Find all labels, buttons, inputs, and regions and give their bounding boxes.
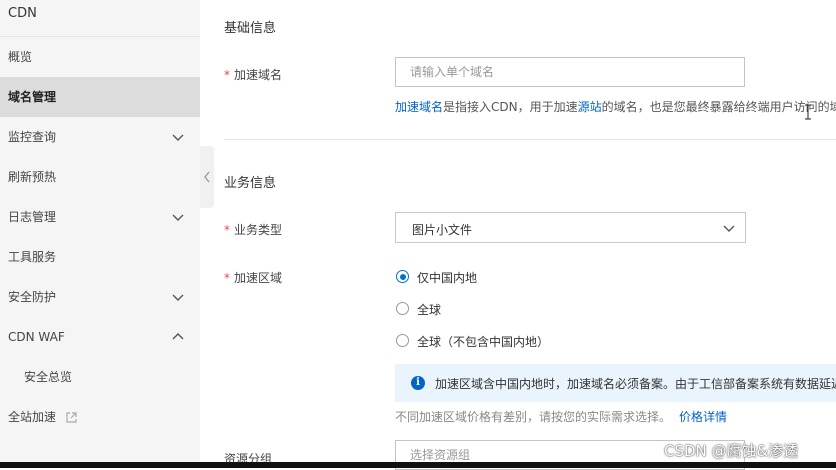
chevron-down-icon — [723, 225, 735, 232]
region-label: * 加速区域 — [224, 269, 282, 286]
radio-label: 全球（不包含中国内地） — [417, 335, 550, 349]
chevron-down-icon[interactable] — [172, 131, 184, 143]
sidebar-item-site-acceleration[interactable]: 全站加速 — [0, 397, 200, 437]
domain-label: * 加速域名 — [224, 66, 282, 83]
domain-input[interactable] — [396, 58, 744, 86]
domain-label-text: 加速域名 — [234, 68, 283, 82]
info-icon: i — [411, 376, 425, 390]
radio-dot[interactable] — [396, 302, 409, 315]
section-divider — [224, 139, 836, 140]
domain-input-box[interactable] — [395, 57, 745, 87]
radio-dot[interactable] — [396, 270, 409, 283]
radio-label: 仅中国内地 — [417, 271, 478, 285]
help-text-part: 是指接入CDN，用于加速 — [443, 100, 578, 114]
required-mark: * — [224, 271, 230, 285]
external-link-icon — [66, 412, 77, 423]
sidebar-item-label: 安全总览 — [24, 370, 73, 384]
sidebar-item-tools[interactable]: 工具服务 — [0, 237, 200, 277]
chevron-left-icon — [204, 171, 210, 183]
radio-label: 全球 — [417, 303, 442, 317]
section-title-basic: 基础信息 — [224, 21, 277, 36]
sidebar-title: CDN — [0, 0, 200, 37]
business-type-value: 图片小文件 — [412, 223, 473, 237]
sidebar-item-label: 全站加速 — [8, 410, 57, 424]
sidebar-collapse-handle[interactable] — [200, 146, 214, 208]
sidebar-item-label: 日志管理 — [8, 210, 57, 224]
help-text-part: 的域名，也是您最终暴露给终端用户访问的域 — [601, 100, 836, 114]
sidebar-item-label: 刷新预热 — [8, 170, 57, 184]
required-mark: * — [224, 68, 230, 82]
sidebar-item-monitoring[interactable]: 监控查询 — [0, 117, 200, 157]
sidebar-item-label: 工具服务 — [8, 250, 57, 264]
required-mark: * — [224, 223, 230, 237]
price-details-link[interactable]: 价格详情 — [679, 410, 727, 424]
chevron-down-icon[interactable] — [172, 291, 184, 303]
sidebar-item-overview[interactable]: 概览 — [0, 37, 200, 77]
sidebar-item-refresh-preload[interactable]: 刷新预热 — [0, 157, 200, 197]
region-label-text: 加速区域 — [234, 271, 283, 285]
sidebar-item-label: 安全防护 — [8, 290, 57, 304]
notice-text: 加速区域含中国内地时，加速域名必须备案。由于工信部备案系统有数据延迟 — [435, 377, 836, 391]
sidebar-item-cdn-waf[interactable]: CDN WAF — [0, 317, 200, 357]
chevron-up-icon[interactable] — [172, 331, 184, 343]
sidebar-item-label: 监控查询 — [8, 130, 57, 144]
icp-notice: i 加速区域含中国内地时，加速域名必须备案。由于工信部备案系统有数据延迟 — [395, 364, 836, 402]
sidebar-item-security-overview[interactable]: 安全总览 — [0, 357, 200, 397]
sidebar-item-label: 概览 — [8, 50, 33, 64]
price-note: 不同加速区域价格有差别，请按您的实际需求选择。 价格详情 — [395, 408, 727, 425]
sidebar-item-label: CDN WAF — [8, 330, 65, 344]
radio-dot[interactable] — [396, 334, 409, 347]
sidebar-item-logs[interactable]: 日志管理 — [0, 197, 200, 237]
domain-help-link[interactable]: 加速域名 — [395, 100, 443, 114]
business-type-select[interactable]: 图片小文件 — [395, 212, 746, 243]
bottom-bar — [0, 462, 836, 468]
domain-help-text: 加速域名是指接入CDN，用于加速源站的域名，也是您最终暴露给终端用户访问的域 — [395, 98, 836, 115]
section-title-business: 业务信息 — [224, 176, 277, 191]
sidebar-item-security[interactable]: 安全防护 — [0, 277, 200, 317]
sidebar: CDN 概览 域名管理 监控查询 刷新预热 日志管理 工具服务 安全防护 CDN… — [0, 0, 200, 468]
type-label-text: 业务类型 — [234, 223, 283, 237]
price-note-text: 不同加速区域价格有差别，请按您的实际需求选择。 — [395, 410, 672, 424]
type-label: * 业务类型 — [224, 221, 282, 238]
chevron-down-icon[interactable] — [172, 211, 184, 223]
sidebar-item-label: 域名管理 — [8, 90, 57, 104]
origin-help-link[interactable]: 源站 — [578, 100, 602, 114]
text-cursor-icon — [805, 104, 811, 120]
sidebar-item-domain-management[interactable]: 域名管理 — [0, 77, 200, 117]
watermark: CSDN @腐蚀&渗透 — [664, 442, 799, 460]
